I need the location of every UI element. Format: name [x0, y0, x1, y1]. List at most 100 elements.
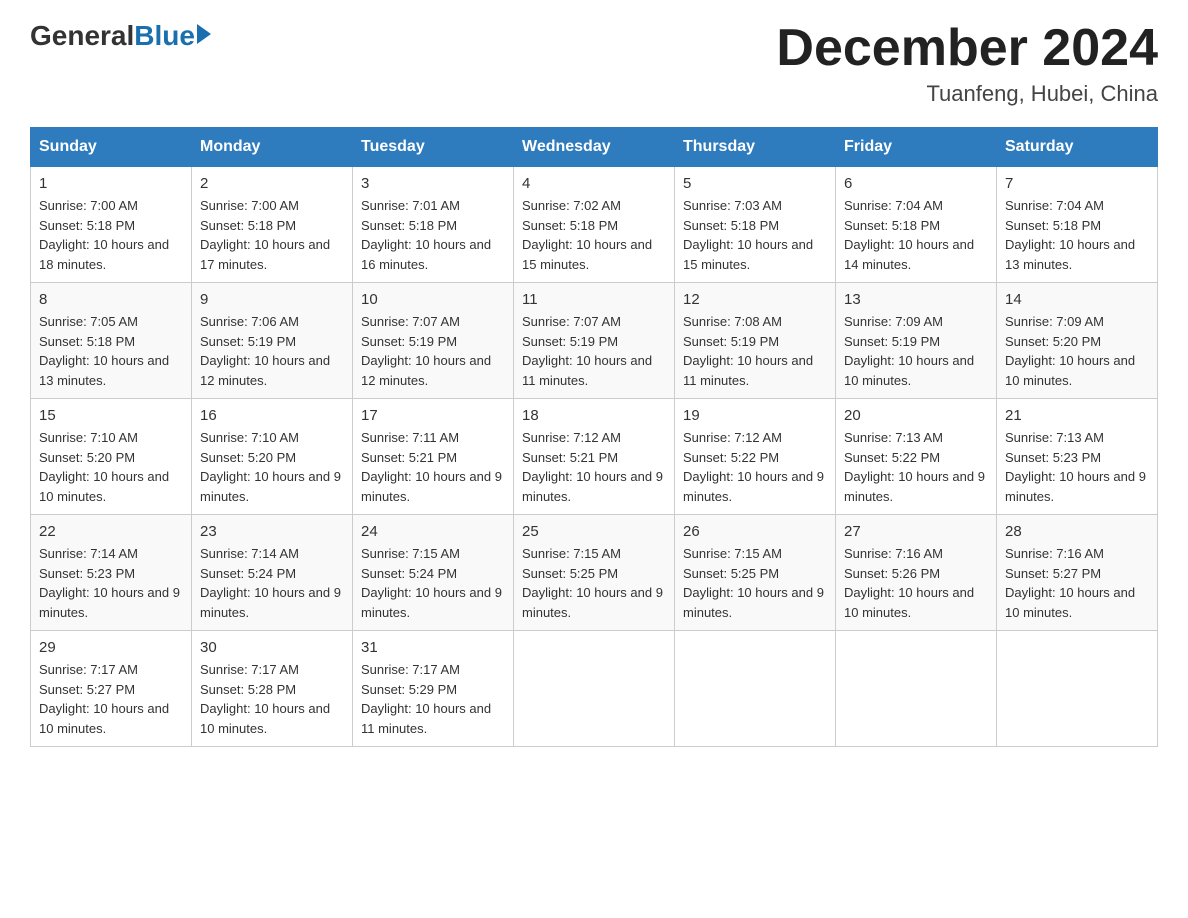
daylight-label: Daylight: 10 hours and 9 minutes.	[200, 585, 341, 620]
header-wednesday: Wednesday	[514, 128, 675, 167]
sunset-label: Sunset: 5:20 PM	[200, 450, 296, 465]
calendar-week-3: 15 Sunrise: 7:10 AM Sunset: 5:20 PM Dayl…	[31, 399, 1158, 515]
table-row	[675, 631, 836, 747]
logo-general-text: General	[30, 20, 134, 52]
day-number: 11	[522, 291, 666, 308]
table-row: 16 Sunrise: 7:10 AM Sunset: 5:20 PM Dayl…	[192, 399, 353, 515]
day-info: Sunrise: 7:14 AM Sunset: 5:23 PM Dayligh…	[39, 544, 183, 622]
daylight-label: Daylight: 10 hours and 9 minutes.	[683, 585, 824, 620]
sunset-label: Sunset: 5:28 PM	[200, 682, 296, 697]
sunset-label: Sunset: 5:24 PM	[200, 566, 296, 581]
day-info: Sunrise: 7:06 AM Sunset: 5:19 PM Dayligh…	[200, 312, 344, 390]
daylight-label: Daylight: 10 hours and 9 minutes.	[522, 469, 663, 504]
sunset-label: Sunset: 5:18 PM	[683, 218, 779, 233]
sunrise-label: Sunrise: 7:07 AM	[522, 314, 621, 329]
table-row: 24 Sunrise: 7:15 AM Sunset: 5:24 PM Dayl…	[353, 515, 514, 631]
day-number: 12	[683, 291, 827, 308]
table-row: 27 Sunrise: 7:16 AM Sunset: 5:26 PM Dayl…	[836, 515, 997, 631]
day-number: 7	[1005, 175, 1149, 192]
table-row: 31 Sunrise: 7:17 AM Sunset: 5:29 PM Dayl…	[353, 631, 514, 747]
table-row: 22 Sunrise: 7:14 AM Sunset: 5:23 PM Dayl…	[31, 515, 192, 631]
daylight-label: Daylight: 10 hours and 9 minutes.	[522, 585, 663, 620]
sunset-label: Sunset: 5:18 PM	[39, 334, 135, 349]
table-row: 2 Sunrise: 7:00 AM Sunset: 5:18 PM Dayli…	[192, 167, 353, 283]
day-info: Sunrise: 7:17 AM Sunset: 5:27 PM Dayligh…	[39, 660, 183, 738]
table-row: 29 Sunrise: 7:17 AM Sunset: 5:27 PM Dayl…	[31, 631, 192, 747]
table-row: 10 Sunrise: 7:07 AM Sunset: 5:19 PM Dayl…	[353, 283, 514, 399]
sunset-label: Sunset: 5:18 PM	[200, 218, 296, 233]
day-number: 2	[200, 175, 344, 192]
sunrise-label: Sunrise: 7:04 AM	[844, 198, 943, 213]
daylight-label: Daylight: 10 hours and 9 minutes.	[361, 469, 502, 504]
day-number: 5	[683, 175, 827, 192]
table-row: 20 Sunrise: 7:13 AM Sunset: 5:22 PM Dayl…	[836, 399, 997, 515]
sunrise-label: Sunrise: 7:16 AM	[1005, 546, 1104, 561]
day-info: Sunrise: 7:01 AM Sunset: 5:18 PM Dayligh…	[361, 196, 505, 274]
page-header: General Blue Blue December 2024 Tuanfeng…	[30, 20, 1158, 107]
logo-arrow-icon	[197, 24, 211, 44]
sunrise-label: Sunrise: 7:17 AM	[361, 662, 460, 677]
sunset-label: Sunset: 5:22 PM	[683, 450, 779, 465]
day-info: Sunrise: 7:16 AM Sunset: 5:27 PM Dayligh…	[1005, 544, 1149, 622]
sunrise-label: Sunrise: 7:12 AM	[683, 430, 782, 445]
sunrise-label: Sunrise: 7:07 AM	[361, 314, 460, 329]
table-row: 21 Sunrise: 7:13 AM Sunset: 5:23 PM Dayl…	[997, 399, 1158, 515]
table-row: 30 Sunrise: 7:17 AM Sunset: 5:28 PM Dayl…	[192, 631, 353, 747]
day-number: 18	[522, 407, 666, 424]
day-number: 23	[200, 523, 344, 540]
table-row	[997, 631, 1158, 747]
day-number: 13	[844, 291, 988, 308]
sunset-label: Sunset: 5:27 PM	[1005, 566, 1101, 581]
day-info: Sunrise: 7:05 AM Sunset: 5:18 PM Dayligh…	[39, 312, 183, 390]
daylight-label: Daylight: 10 hours and 9 minutes.	[844, 469, 985, 504]
table-row: 12 Sunrise: 7:08 AM Sunset: 5:19 PM Dayl…	[675, 283, 836, 399]
table-row: 15 Sunrise: 7:10 AM Sunset: 5:20 PM Dayl…	[31, 399, 192, 515]
sunrise-label: Sunrise: 7:13 AM	[1005, 430, 1104, 445]
day-info: Sunrise: 7:09 AM Sunset: 5:20 PM Dayligh…	[1005, 312, 1149, 390]
day-info: Sunrise: 7:12 AM Sunset: 5:22 PM Dayligh…	[683, 428, 827, 506]
table-row: 7 Sunrise: 7:04 AM Sunset: 5:18 PM Dayli…	[997, 167, 1158, 283]
table-row: 17 Sunrise: 7:11 AM Sunset: 5:21 PM Dayl…	[353, 399, 514, 515]
sunrise-label: Sunrise: 7:05 AM	[39, 314, 138, 329]
table-row: 28 Sunrise: 7:16 AM Sunset: 5:27 PM Dayl…	[997, 515, 1158, 631]
daylight-label: Daylight: 10 hours and 18 minutes.	[39, 237, 169, 272]
sunrise-label: Sunrise: 7:09 AM	[844, 314, 943, 329]
table-row: 1 Sunrise: 7:00 AM Sunset: 5:18 PM Dayli…	[31, 167, 192, 283]
day-info: Sunrise: 7:00 AM Sunset: 5:18 PM Dayligh…	[39, 196, 183, 274]
day-info: Sunrise: 7:14 AM Sunset: 5:24 PM Dayligh…	[200, 544, 344, 622]
table-row: 14 Sunrise: 7:09 AM Sunset: 5:20 PM Dayl…	[997, 283, 1158, 399]
day-info: Sunrise: 7:17 AM Sunset: 5:28 PM Dayligh…	[200, 660, 344, 738]
table-row: 9 Sunrise: 7:06 AM Sunset: 5:19 PM Dayli…	[192, 283, 353, 399]
day-info: Sunrise: 7:07 AM Sunset: 5:19 PM Dayligh…	[522, 312, 666, 390]
sunset-label: Sunset: 5:20 PM	[1005, 334, 1101, 349]
day-number: 24	[361, 523, 505, 540]
day-info: Sunrise: 7:08 AM Sunset: 5:19 PM Dayligh…	[683, 312, 827, 390]
sunset-label: Sunset: 5:25 PM	[522, 566, 618, 581]
day-info: Sunrise: 7:13 AM Sunset: 5:23 PM Dayligh…	[1005, 428, 1149, 506]
table-row: 18 Sunrise: 7:12 AM Sunset: 5:21 PM Dayl…	[514, 399, 675, 515]
sunrise-label: Sunrise: 7:17 AM	[200, 662, 299, 677]
daylight-label: Daylight: 10 hours and 10 minutes.	[844, 585, 974, 620]
day-info: Sunrise: 7:00 AM Sunset: 5:18 PM Dayligh…	[200, 196, 344, 274]
sunset-label: Sunset: 5:18 PM	[39, 218, 135, 233]
header-friday: Friday	[836, 128, 997, 167]
day-info: Sunrise: 7:11 AM Sunset: 5:21 PM Dayligh…	[361, 428, 505, 506]
sunset-label: Sunset: 5:23 PM	[39, 566, 135, 581]
day-number: 3	[361, 175, 505, 192]
day-info: Sunrise: 7:15 AM Sunset: 5:24 PM Dayligh…	[361, 544, 505, 622]
table-row	[836, 631, 997, 747]
day-number: 16	[200, 407, 344, 424]
table-row: 26 Sunrise: 7:15 AM Sunset: 5:25 PM Dayl…	[675, 515, 836, 631]
sunset-label: Sunset: 5:29 PM	[361, 682, 457, 697]
sunrise-label: Sunrise: 7:04 AM	[1005, 198, 1104, 213]
sunrise-label: Sunrise: 7:13 AM	[844, 430, 943, 445]
table-row: 8 Sunrise: 7:05 AM Sunset: 5:18 PM Dayli…	[31, 283, 192, 399]
day-info: Sunrise: 7:15 AM Sunset: 5:25 PM Dayligh…	[522, 544, 666, 622]
daylight-label: Daylight: 10 hours and 16 minutes.	[361, 237, 491, 272]
table-row: 5 Sunrise: 7:03 AM Sunset: 5:18 PM Dayli…	[675, 167, 836, 283]
sunrise-label: Sunrise: 7:08 AM	[683, 314, 782, 329]
sunrise-label: Sunrise: 7:15 AM	[522, 546, 621, 561]
day-info: Sunrise: 7:07 AM Sunset: 5:19 PM Dayligh…	[361, 312, 505, 390]
table-row: 6 Sunrise: 7:04 AM Sunset: 5:18 PM Dayli…	[836, 167, 997, 283]
sunrise-label: Sunrise: 7:10 AM	[200, 430, 299, 445]
